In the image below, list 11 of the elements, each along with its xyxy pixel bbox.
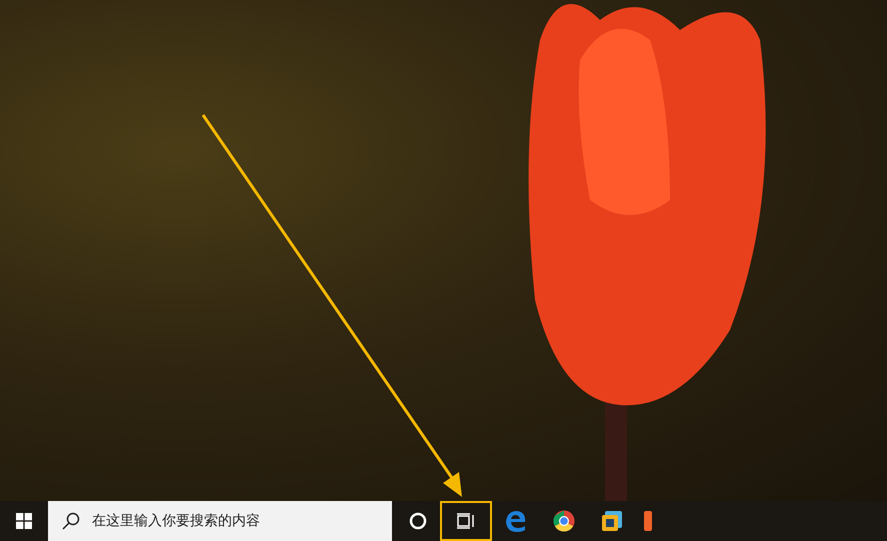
search-icon bbox=[62, 512, 80, 530]
search-input[interactable]: 在这里输入你要搜索的内容 bbox=[90, 512, 392, 530]
browser-logo-icon bbox=[553, 510, 575, 532]
app-icon bbox=[644, 510, 652, 532]
e-logo-icon bbox=[505, 510, 527, 532]
search-field[interactable]: 在这里输入你要搜索的内容 bbox=[48, 501, 392, 541]
windows-logo-icon bbox=[16, 513, 32, 529]
app-window-icon bbox=[601, 510, 623, 532]
circle-icon bbox=[409, 512, 427, 530]
task-view-icon bbox=[457, 513, 475, 529]
task-view-button[interactable] bbox=[440, 501, 492, 541]
